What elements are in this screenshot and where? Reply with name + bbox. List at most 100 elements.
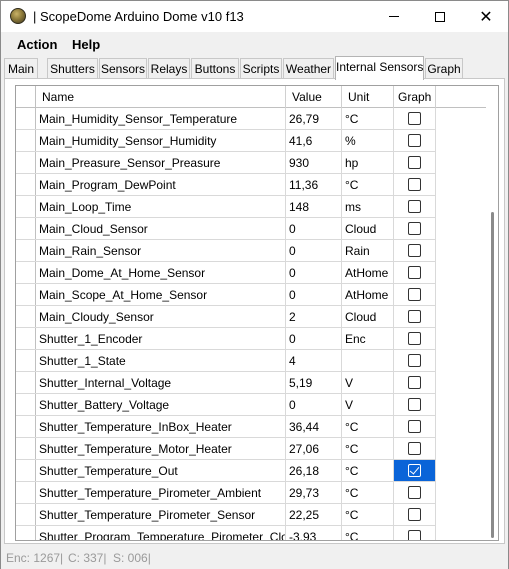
minimize-button[interactable] xyxy=(371,1,417,32)
cell-name[interactable]: Shutter_Internal_Voltage xyxy=(36,372,286,393)
table-row[interactable]: Shutter_Temperature_Pirometer_Ambient 29,… xyxy=(16,482,436,504)
table-row[interactable]: Main_Humidity_Sensor_Temperature 26,79 °C xyxy=(16,108,436,130)
cell-graph[interactable] xyxy=(394,152,436,173)
row-header[interactable] xyxy=(16,306,36,327)
table-row[interactable]: Main_Preasure_Sensor_Preasure 930 hp xyxy=(16,152,436,174)
table-row[interactable]: Main_Loop_Time 148 ms xyxy=(16,196,436,218)
row-header[interactable] xyxy=(16,394,36,415)
graph-checkbox[interactable] xyxy=(408,420,421,433)
cell-graph[interactable] xyxy=(394,284,436,305)
cell-graph[interactable] xyxy=(394,504,436,525)
cell-unit[interactable]: Cloud xyxy=(342,218,394,239)
cell-unit[interactable]: hp xyxy=(342,152,394,173)
cell-unit[interactable]: V xyxy=(342,394,394,415)
cell-unit[interactable]: °C xyxy=(342,460,394,481)
cell-unit[interactable]: AtHome xyxy=(342,262,394,283)
table-row[interactable]: Shutter_1_State 4 xyxy=(16,350,436,372)
cell-unit[interactable]: °C xyxy=(342,416,394,437)
table-row[interactable]: Main_Humidity_Sensor_Humidity 41,6% xyxy=(16,130,436,152)
cell-value[interactable]: 29,73 xyxy=(286,482,342,503)
row-header[interactable] xyxy=(16,152,36,173)
vertical-scrollbar[interactable] xyxy=(486,86,498,540)
cell-value[interactable]: 2 xyxy=(286,306,342,327)
close-button[interactable]: ✕ xyxy=(463,1,509,32)
cell-graph[interactable] xyxy=(394,306,436,327)
cell-name[interactable]: Main_Rain_Sensor xyxy=(36,240,286,261)
tab-scripts[interactable]: Scripts xyxy=(240,58,282,79)
row-header[interactable] xyxy=(16,196,36,217)
row-header[interactable] xyxy=(16,218,36,239)
tab-main[interactable]: Main xyxy=(4,58,38,79)
cell-name[interactable]: Shutter_Temperature_Pirometer_Sensor xyxy=(36,504,286,525)
graph-checkbox[interactable] xyxy=(408,244,421,257)
table-row[interactable]: Main_Scope_At_Home_Sensor 0 AtHome xyxy=(16,284,436,306)
graph-checkbox[interactable] xyxy=(408,222,421,235)
cell-graph[interactable] xyxy=(394,372,436,393)
maximize-button[interactable] xyxy=(417,1,463,32)
tab-weather[interactable]: Weather xyxy=(283,58,334,79)
cell-name[interactable]: Main_Dome_At_Home_Sensor xyxy=(36,262,286,283)
cell-value[interactable]: 0 xyxy=(286,284,342,305)
table-row[interactable]: Shutter_Temperature_Motor_Heater 27,06 °C xyxy=(16,438,436,460)
row-header[interactable] xyxy=(16,108,36,129)
cell-graph[interactable] xyxy=(394,174,436,195)
graph-checkbox[interactable] xyxy=(408,486,421,499)
row-header[interactable] xyxy=(16,372,36,393)
cell-graph[interactable] xyxy=(394,130,436,151)
graph-checkbox[interactable] xyxy=(408,376,421,389)
cell-value[interactable]: 0 xyxy=(286,394,342,415)
row-header[interactable] xyxy=(16,416,36,437)
cell-name[interactable]: Main_Humidity_Sensor_Humidity xyxy=(36,130,286,151)
cell-name[interactable]: Main_Cloud_Sensor xyxy=(36,218,286,239)
graph-checkbox[interactable] xyxy=(408,442,421,455)
table-row[interactable]: Shutter_Temperature_Pirometer_Sensor 22,2… xyxy=(16,504,436,526)
scrollbar-thumb[interactable] xyxy=(491,212,494,538)
cell-name[interactable]: Shutter_1_State xyxy=(36,350,286,371)
cell-value[interactable]: 0 xyxy=(286,218,342,239)
cell-value[interactable]: 26,18 xyxy=(286,460,342,481)
cell-graph[interactable] xyxy=(394,196,436,217)
cell-value[interactable]: 36,44 xyxy=(286,416,342,437)
table-row[interactable]: Main_Rain_Sensor 0 Rain xyxy=(16,240,436,262)
table-row[interactable]: Shutter_1_Encoder 0 Enc xyxy=(16,328,436,350)
cell-graph[interactable] xyxy=(394,526,436,540)
cell-unit[interactable]: V xyxy=(342,372,394,393)
row-header[interactable] xyxy=(16,460,36,481)
table-row[interactable]: Shutter_Temperature_InBox_Heater 36,44 °C xyxy=(16,416,436,438)
cell-graph[interactable] xyxy=(394,328,436,349)
cell-graph[interactable] xyxy=(394,262,436,283)
cell-value[interactable]: 11,36 xyxy=(286,174,342,195)
tab-internal-sensors[interactable]: Internal Sensors xyxy=(335,56,424,80)
row-header[interactable] xyxy=(16,240,36,261)
cell-graph[interactable] xyxy=(394,460,436,481)
graph-checkbox[interactable] xyxy=(408,112,421,125)
table-row[interactable]: Main_Cloudy_Sensor 2 Cloud xyxy=(16,306,436,328)
tab-buttons[interactable]: Buttons xyxy=(191,58,239,79)
cell-unit[interactable]: AtHome xyxy=(342,284,394,305)
graph-checkbox[interactable] xyxy=(408,530,421,540)
graph-checkbox[interactable] xyxy=(408,310,421,323)
cell-value[interactable]: 0 xyxy=(286,262,342,283)
cell-value[interactable]: 0 xyxy=(286,240,342,261)
tab-sensors[interactable]: Sensors xyxy=(99,58,147,79)
cell-unit[interactable]: % xyxy=(342,130,394,151)
cell-name[interactable]: Main_Loop_Time xyxy=(36,196,286,217)
cell-name[interactable]: Main_Preasure_Sensor_Preasure xyxy=(36,152,286,173)
cell-graph[interactable] xyxy=(394,482,436,503)
cell-name[interactable]: Shutter_Battery_Voltage xyxy=(36,394,286,415)
graph-checkbox[interactable] xyxy=(408,178,421,191)
cell-graph[interactable] xyxy=(394,416,436,437)
cell-value[interactable]: 27,06 xyxy=(286,438,342,459)
cell-unit[interactable]: Enc xyxy=(342,328,394,349)
column-header-unit[interactable]: Unit xyxy=(342,86,394,108)
cell-value[interactable]: 148 xyxy=(286,196,342,217)
tab-shutters[interactable]: Shutters xyxy=(47,58,98,79)
tab-graph[interactable]: Graph xyxy=(425,58,463,79)
sensor-grid[interactable]: Name Value Unit Graph Main_Humidity_Sens… xyxy=(15,85,499,541)
cell-name[interactable]: Shutter_Temperature_Out xyxy=(36,460,286,481)
row-header[interactable] xyxy=(16,504,36,525)
graph-checkbox[interactable] xyxy=(408,266,421,279)
row-header[interactable] xyxy=(16,174,36,195)
table-row[interactable]: Shutter_Temperature_Out 26,18 °C xyxy=(16,460,436,482)
tab-relays[interactable]: Relays xyxy=(148,58,190,79)
